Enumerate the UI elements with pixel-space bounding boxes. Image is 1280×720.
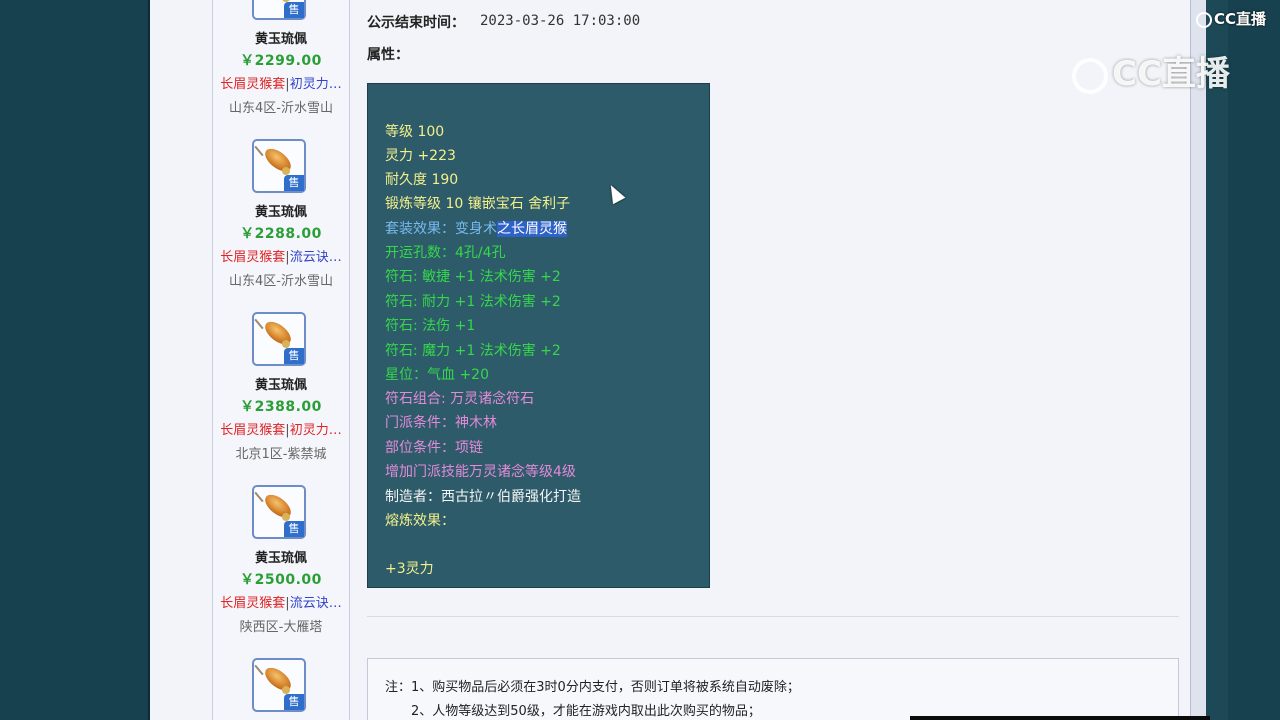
section-divider — [367, 616, 1179, 617]
attr-rune-3: 符石: 法伤 +1 — [385, 318, 476, 334]
attr-school-req: 门派条件：神木林 — [385, 415, 497, 431]
item-server: 山东4区-沂水雪山 — [229, 101, 333, 116]
item-tag-set[interactable]: 长眉灵猴套 — [220, 77, 285, 92]
item-price: ￥2388.00 — [240, 399, 322, 415]
sale-badge: 售 — [284, 2, 304, 18]
attr-set-effect-prefix: 套装效果：变身术 — [385, 221, 497, 237]
item-tag-set[interactable]: 长眉灵猴套 — [220, 596, 285, 611]
attributes-panel: 等级 100 灵力 +223 耐久度 190 锻炼等级 10 镶嵌宝石 舍利子 … — [367, 83, 710, 588]
watermark-large: CC直播 — [1072, 46, 1230, 95]
jade-pendant-icon — [254, 664, 264, 676]
item-tag-skill[interactable]: 初灵力… — [290, 77, 342, 92]
item-thumbnail[interactable]: 售 — [252, 658, 306, 712]
watermark-small: CC直播 — [1196, 8, 1266, 29]
attributes-label: 属性： — [367, 47, 409, 63]
trade-page: 售 黄玉琉佩 ￥2299.00 长眉灵猴套|初灵力… 山东4区-沂水雪山 售 黄… — [150, 0, 1206, 720]
attr-smelt-value: +3灵力 — [385, 561, 434, 577]
attr-slots: 开运孔数：4孔/4孔 — [385, 245, 506, 261]
stream-background-right — [1228, 0, 1280, 720]
list-item[interactable]: 售 黄玉琉佩 ￥2388.00 长眉灵猴套|初灵力… 北京1区-紫禁城 — [213, 312, 349, 472]
item-name[interactable]: 黄玉琉佩 — [213, 547, 349, 566]
item-server: 山东4区-沂水雪山 — [229, 274, 333, 289]
item-tag-skill[interactable]: 流云诀… — [290, 596, 342, 611]
attr-smelt-label: 熔炼效果： — [385, 513, 455, 529]
item-thumbnail[interactable]: 售 — [252, 312, 306, 366]
attr-rune-4: 符石: 魔力 +1 法术伤害 +2 — [385, 343, 561, 359]
attr-level: 等级 100 — [385, 124, 445, 140]
item-server: 北京1区-紫禁城 — [235, 447, 327, 462]
list-item[interactable]: 售 黄玉琉佩 ￥2288.00 长眉灵猴套|流云诀… 山东4区-沂水雪山 — [213, 139, 349, 299]
attr-maker: 制造者：西古拉〃伯爵强化打造 — [385, 489, 581, 505]
item-tags: 长眉灵猴套|初灵力… — [220, 77, 342, 92]
cc-logo-icon — [1072, 57, 1108, 94]
taskbar-strip — [910, 716, 1210, 720]
note-line-2: 2、人物等级达到50级，才能在游戏内取出此次购买的物品； — [411, 704, 761, 719]
item-tag-skill[interactable]: 流云诀… — [290, 250, 342, 265]
item-thumbnail[interactable]: 售 — [252, 485, 306, 539]
cc-logo-icon — [1196, 11, 1212, 28]
jade-pendant-icon — [254, 491, 264, 503]
note-line-1: 注：1、购买物品后必须在3时0分内支付，否则订单将被系统自动废除； — [385, 680, 800, 695]
item-tags: 长眉灵猴套|流云诀… — [220, 250, 342, 265]
item-price: ￥2288.00 — [240, 226, 322, 242]
attr-forge: 锻炼等级 10 镶嵌宝石 舍利子 — [385, 196, 571, 212]
attr-rune-combo: 符石组合: 万灵诸念符石 — [385, 391, 535, 407]
attr-set-effect[interactable]: 套装效果：变身术之长眉灵猴 — [385, 218, 567, 238]
item-tag-set[interactable]: 长眉灵猴套 — [220, 423, 285, 438]
sale-badge: 售 — [284, 521, 304, 537]
item-price: ￥2500.00 — [240, 572, 322, 588]
item-thumbnail[interactable]: 售 — [252, 0, 306, 20]
purchase-notes: 注：1、购买物品后必须在3时0分内支付，否则订单将被系统自动废除； 2、人物等级… — [367, 658, 1179, 720]
list-item[interactable]: 售 黄玉琉佩 ￥2500.00 长眉灵猴套|流云诀… 陕西区-大雁塔 — [213, 485, 349, 645]
attr-slot-req: 部位条件：项链 — [385, 440, 483, 456]
item-tags: 长眉灵猴套|初灵力… — [220, 423, 342, 438]
end-time-value: 2023-03-26 17:03:00 — [480, 13, 641, 29]
item-tag-set[interactable]: 长眉灵猴套 — [220, 250, 285, 265]
attr-durability: 耐久度 190 — [385, 172, 459, 188]
item-name[interactable]: 黄玉琉佩 — [213, 374, 349, 393]
sale-badge: 售 — [284, 694, 304, 710]
sale-badge: 售 — [284, 348, 304, 364]
item-tag-skill[interactable]: 初灵力… — [290, 423, 342, 438]
list-item[interactable]: 售 黄玉琉佩 ￥2299.00 长眉灵猴套|初灵力… 山东4区-沂水雪山 — [213, 0, 349, 126]
sale-badge: 售 — [284, 175, 304, 191]
attr-rune-2: 符石: 耐力 +1 法术伤害 +2 — [385, 294, 561, 310]
stream-background-left — [0, 0, 148, 720]
item-tags: 长眉灵猴套|流云诀… — [220, 596, 342, 611]
jade-pendant-icon — [254, 145, 264, 157]
item-list-sidebar: 售 黄玉琉佩 ￥2299.00 长眉灵猴套|初灵力… 山东4区-沂水雪山 售 黄… — [212, 0, 350, 720]
item-name[interactable]: 黄玉琉佩 — [213, 28, 349, 47]
attr-skill-bonus: 增加门派技能万灵诸念等级4级 — [385, 464, 576, 480]
page-scroll-edge[interactable] — [1190, 0, 1206, 720]
item-name[interactable]: 黄玉琉佩 — [213, 201, 349, 220]
jade-pendant-icon — [254, 318, 264, 330]
item-thumbnail[interactable]: 售 — [252, 139, 306, 193]
selected-text[interactable]: 之长眉灵猴 — [497, 221, 567, 237]
attr-spirit: 灵力 +223 — [385, 148, 456, 164]
list-item[interactable]: 售 — [213, 658, 349, 720]
item-server: 陕西区-大雁塔 — [239, 620, 323, 635]
end-time-label: 公示结束时间： — [367, 15, 465, 31]
item-price: ￥2299.00 — [240, 53, 322, 69]
attr-star: 星位：气血 +20 — [385, 367, 489, 383]
attr-rune-1: 符石: 敏捷 +1 法术伤害 +2 — [385, 269, 561, 285]
